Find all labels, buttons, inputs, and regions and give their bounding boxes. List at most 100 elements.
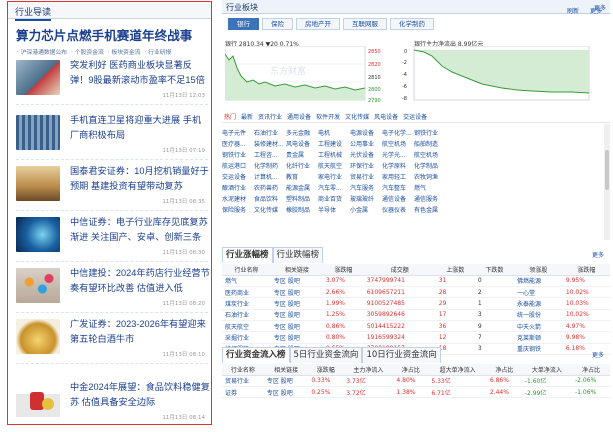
cat-software[interactable]: 软件开发 [316,112,340,122]
table-cell[interactable]: 专区 股吧 [270,286,323,299]
sector-link[interactable]: 电子元件 [222,128,254,139]
cat-transport[interactable]: 交运设备 [403,112,427,122]
table-row[interactable]: 采掘行业 专区 股吧 0.80% 1916599324 12 7 克莱斯顿 9.98% [222,331,610,344]
sector-link[interactable]: 酿酒行业 [222,183,254,194]
table-cell[interactable]: 统一股份 [513,309,563,321]
news-thumbnail[interactable] [16,115,60,150]
sector-link[interactable]: 汽车服务 [350,183,382,194]
table-cell[interactable]: 重庆钢铁 [513,343,563,355]
news-title[interactable]: 广发证券：2023-2026年有望迎来第五轮白酒牛市 [70,317,210,347]
news-item[interactable]: 中信证券：电子行业库存见底复苏渐进 关注国产、安卓、创新三条 11月13日 08… [16,217,208,263]
sector-link[interactable]: 航天航空 [318,161,350,172]
more-link[interactable]: 更多 [592,350,604,359]
sector-link[interactable]: 能源金属 [286,183,318,194]
sector-link[interactable]: 有色金属 [414,205,446,216]
sector-link[interactable]: 交运设备 [222,172,254,183]
tab-real-estate[interactable]: 房地产开 [296,18,340,30]
refresh-link[interactable]: 刷新 [567,6,579,15]
news-title[interactable]: 中信证券：电子行业库存见底复苏渐进 关注国产、安卓、创新三条 [70,215,210,245]
sector-link[interactable]: 多元金融 [286,128,318,139]
sublink-reports[interactable]: 行业研报 [144,47,171,56]
sector-link[interactable]: 钢铁行业 [222,150,254,161]
news-thumbnail[interactable] [16,319,60,354]
scrollbar[interactable] [604,124,610,240]
sector-link[interactable]: 工程咨... [254,150,286,161]
tab-bank[interactable]: 银行 [228,18,259,30]
tab-losers[interactable]: 行业跌幅榜 [272,247,324,263]
table-row[interactable]: 贸易行业 专区 股吧 0.33% 3.73亿 4.80% 5.33亿 6.86% -1.60亿… [222,375,610,388]
sector-link[interactable]: 化纤行业 [286,161,318,172]
news-thumbnail[interactable] [16,166,60,201]
tab-insurance[interactable]: 保险 [262,18,293,30]
tab-internet[interactable]: 互联网服 [343,18,387,30]
table-cell[interactable]: 一心堂 [513,286,563,299]
table-cell[interactable]: 石油行业 [222,309,271,321]
sector-link[interactable]: 电子化学... [382,128,414,139]
sector-link[interactable]: 汽车零... [318,183,350,194]
sublink-sector-flow[interactable]: 板块资金流 [108,47,140,56]
flow-chart[interactable]: 银行主力净流出 8.99亿元 0 -2 -4 -6 -8 [402,37,602,105]
table-cell[interactable]: 采掘行业 [222,331,271,344]
sector-link[interactable]: 电源设备 [350,128,382,139]
table-cell[interactable]: 燃气 [222,275,271,288]
sector-link[interactable]: 石油行业 [254,128,286,139]
table-cell[interactable]: 克莱斯顿 [513,331,563,344]
news-title[interactable]: 国泰君安证券：10月挖机销量好于预期 基建投资有望带动复苏 [70,164,210,194]
news-title[interactable]: 突发利好 医药商业板块显著反弹！9股最新滚动市盈率不足15倍 [70,58,210,88]
news-title[interactable]: 手机直连卫星将迎重大进展 手机厂商积极布局 [70,113,210,143]
sector-link[interactable]: 汽车整车 [382,183,414,194]
sector-link[interactable]: 教育 [286,172,318,183]
sector-link[interactable]: 航运港口 [222,161,254,172]
news-thumbnail[interactable] [16,382,60,417]
table-row[interactable]: 医药商业 专区 股吧 2.66% 6109657211 28 2 一心堂 10.02% [222,286,610,299]
news-item[interactable]: 手机直连卫星将迎重大进展 手机厂商积极布局 11月13日 07:19 [16,115,208,161]
cat-wind[interactable]: 风电设备 [374,112,398,122]
sector-link[interactable]: 光伏设备 [350,150,382,161]
sector-link[interactable]: 家用轻工 [382,172,414,183]
news-title[interactable]: 中金2024年展望：食品饮料稳健复苏 估值具备安全边际 [70,380,210,410]
table-cell[interactable]: 证券 [222,386,264,399]
sector-link[interactable]: 化学制品 [414,161,446,172]
news-thumbnail[interactable] [16,268,60,303]
news-title[interactable]: 中信建投：2024年药店行业经营节奏有望环比改善 估值进入低 [70,266,210,296]
table-cell[interactable]: 专区 股吧 [270,297,323,310]
table-cell[interactable]: 永泰能源 [513,297,563,310]
cat-latest[interactable]: 最新 [241,112,253,122]
sector-link[interactable]: 食品饮料 [254,194,286,205]
sector-link[interactable]: 化学制药 [254,161,286,172]
table-cell[interactable]: 专区 股吧 [270,331,323,344]
news-thumbnail[interactable] [16,217,60,252]
sector-link[interactable]: 光学光... [382,150,414,161]
sector-link[interactable]: 农牧饲渔 [414,172,446,183]
sector-link[interactable]: 工程机械 [318,150,350,161]
table-cell[interactable]: 贸易行业 [222,375,264,388]
cat-info[interactable]: 资讯行业 [258,112,282,122]
table-row[interactable]: 证券 专区 股吧 0.25% 3.72亿 1.38% 6.71亿 2.44% -2.99亿 -1… [222,386,610,399]
sector-link[interactable]: 钢铁行业 [414,128,446,139]
sector-link[interactable]: 贵金属 [286,150,318,161]
table-cell[interactable]: 中天火箭 [513,320,563,333]
table-cell[interactable]: 专区 股吧 [263,386,309,399]
table-cell[interactable]: 专区 股吧 [270,275,323,288]
sector-link[interactable]: 商业百货 [318,194,350,205]
sector-link[interactable]: 航空机场 [414,150,446,161]
cat-general[interactable]: 通用设备 [287,112,311,122]
sector-link[interactable]: 电机 [318,128,350,139]
news-item[interactable]: 广发证券：2023-2026年有望迎来第五轮白酒牛市 11月13日 08:10 [16,319,208,365]
tab-flow-5d[interactable]: 5日行业资金流向 [289,347,363,363]
table-cell[interactable]: 专区 股吧 [270,309,323,321]
headline-link[interactable]: 算力芯片点燃手机赛道年终战事 [16,25,211,44]
sector-link[interactable]: 工程建设 [318,139,350,150]
table-row[interactable]: 煤炭行业 专区 股吧 1.99% 9100527485 29 1 永泰能源 10.03% [222,297,610,310]
index-chart[interactable]: 银行 2810.34 ▼20 0.71% 东方财富 2850 2820 2810… [225,37,390,105]
news-thumbnail[interactable] [16,60,60,95]
cat-media[interactable]: 文化传媒 [345,112,369,122]
sector-link[interactable]: 塑料制品 [286,194,318,205]
news-item[interactable]: 国泰君安证券：10月挖机销量好于预期 基建投资有望带动复苏 11月13日 08:… [16,164,210,212]
sublink-hsgt[interactable]: 沪深港通数据公布 [17,47,67,56]
tab-flow-in[interactable]: 行业资金流入榜 [222,347,290,363]
sector-link[interactable]: 燃气 [414,183,446,194]
sector-link[interactable]: 水泥建材 [222,194,254,205]
table-row[interactable]: 石油行业 专区 股吧 1.25% 3059892646 17 3 统一股份 10.02% [222,309,610,321]
table-cell[interactable]: 专区 股吧 [263,375,309,388]
